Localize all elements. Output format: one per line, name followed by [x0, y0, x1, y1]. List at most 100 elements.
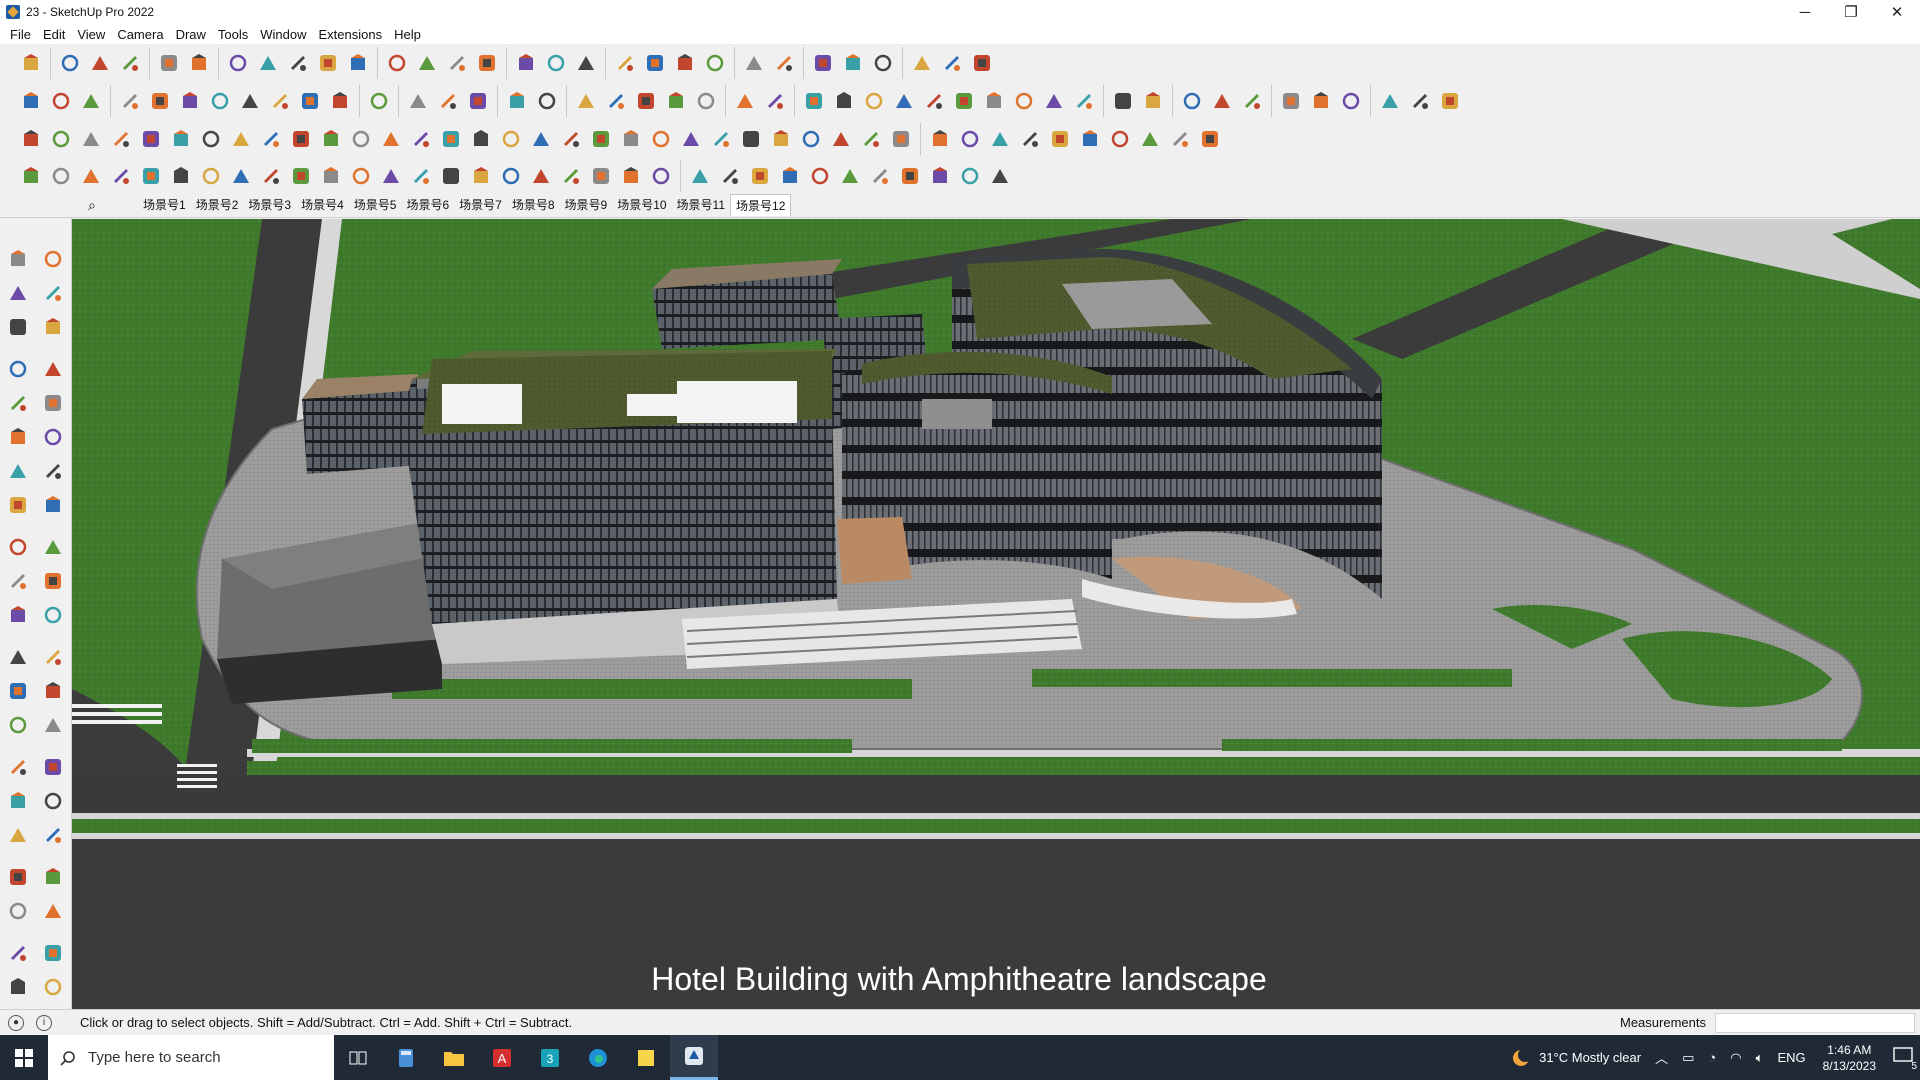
tool-132-icon[interactable]: [1009, 86, 1039, 116]
tool-27-icon[interactable]: [868, 48, 898, 78]
menu-edit[interactable]: Edit: [37, 27, 71, 42]
tool-15-icon[interactable]: [472, 48, 502, 78]
menu-camera[interactable]: Camera: [111, 27, 169, 42]
tool-330-icon[interactable]: [895, 161, 925, 191]
tool-210-icon[interactable]: [286, 124, 316, 154]
scene-tab-6[interactable]: 场景号6: [401, 194, 454, 216]
left-tool-34-icon[interactable]: [38, 820, 68, 850]
left-tool-7-icon[interactable]: [3, 354, 33, 384]
language-indicator[interactable]: ENG: [1777, 1050, 1805, 1065]
menu-file[interactable]: File: [4, 27, 37, 42]
tool-302-icon[interactable]: [46, 161, 76, 191]
tool-26-icon[interactable]: [838, 48, 868, 78]
tool-111-icon[interactable]: [325, 86, 355, 116]
tool-29-icon[interactable]: [937, 48, 967, 78]
tool-214-icon[interactable]: [406, 124, 436, 154]
tool-28-icon[interactable]: [907, 48, 937, 78]
tool-125-icon[interactable]: [799, 86, 829, 116]
tool-307-icon[interactable]: [196, 161, 226, 191]
tool-144-icon[interactable]: [1405, 86, 1435, 116]
tool-138-icon[interactable]: [1207, 86, 1237, 116]
model-viewport[interactable]: Hotel Building with Amphitheatre landsca…: [72, 219, 1920, 1009]
tool-207-icon[interactable]: [196, 124, 226, 154]
tool-103-icon[interactable]: [76, 86, 106, 116]
left-tool-6-icon[interactable]: [38, 312, 68, 342]
scene-tab-10[interactable]: 场景号10: [612, 194, 671, 216]
tool-112-icon[interactable]: [364, 86, 394, 116]
tool-316-icon[interactable]: [466, 161, 496, 191]
tool-314-icon[interactable]: [406, 161, 436, 191]
tool-116-icon[interactable]: [502, 86, 532, 116]
tool-16-icon[interactable]: [511, 48, 541, 78]
tool-318-icon[interactable]: [526, 161, 556, 191]
tool-217-icon[interactable]: [496, 124, 526, 154]
tool-104-icon[interactable]: [115, 86, 145, 116]
tool-122-icon[interactable]: [691, 86, 721, 116]
tool-109-icon[interactable]: [265, 86, 295, 116]
left-tool-22-icon[interactable]: [38, 600, 68, 630]
menu-draw[interactable]: Draw: [170, 27, 212, 42]
left-tool-29-icon[interactable]: [3, 752, 33, 782]
tool-212-icon[interactable]: [346, 124, 376, 154]
left-tool-40-icon[interactable]: [38, 938, 68, 968]
close-button[interactable]: ✕: [1874, 0, 1920, 24]
tool-24-icon[interactable]: [769, 48, 799, 78]
tool-142-icon[interactable]: [1336, 86, 1366, 116]
edge-browser-icon[interactable]: [574, 1035, 622, 1080]
tool-17-icon[interactable]: [541, 48, 571, 78]
tool-317-icon[interactable]: [496, 161, 526, 191]
left-tool-8-icon[interactable]: [38, 354, 68, 384]
tool-124-icon[interactable]: [760, 86, 790, 116]
left-tool-1-icon[interactable]: [3, 244, 33, 274]
tool-136-icon[interactable]: [1138, 86, 1168, 116]
tool-333-icon[interactable]: [985, 161, 1015, 191]
tool-209-icon[interactable]: [256, 124, 286, 154]
tool-219-icon[interactable]: [556, 124, 586, 154]
left-tool-14-icon[interactable]: [38, 456, 68, 486]
tool-4-icon[interactable]: [115, 48, 145, 78]
left-tool-10-icon[interactable]: [38, 388, 68, 418]
tool-23-icon[interactable]: [739, 48, 769, 78]
tool-203-icon[interactable]: [76, 124, 106, 154]
left-tool-12-icon[interactable]: [38, 422, 68, 452]
tool-134-icon[interactable]: [1069, 86, 1099, 116]
tool-329-icon[interactable]: [865, 161, 895, 191]
tool-119-icon[interactable]: [601, 86, 631, 116]
left-tool-30-icon[interactable]: [38, 752, 68, 782]
left-tool-16-icon[interactable]: [38, 490, 68, 520]
tool-13-icon[interactable]: [412, 48, 442, 78]
tool-113-icon[interactable]: [403, 86, 433, 116]
tool-1-icon[interactable]: [16, 48, 46, 78]
tool-327-icon[interactable]: [805, 161, 835, 191]
tool-115-icon[interactable]: [463, 86, 493, 116]
tool-232-icon[interactable]: [955, 124, 985, 154]
tool-320-icon[interactable]: [586, 161, 616, 191]
tool-19-icon[interactable]: [610, 48, 640, 78]
menu-help[interactable]: Help: [388, 27, 427, 42]
weather-text[interactable]: 31°C Mostly clear: [1539, 1050, 1641, 1065]
left-tool-35-icon[interactable]: [3, 862, 33, 892]
left-tool-25-icon[interactable]: [3, 676, 33, 706]
scene-tab-2[interactable]: 场景号2: [191, 194, 244, 216]
tool-227-icon[interactable]: [796, 124, 826, 154]
tool-310-icon[interactable]: [286, 161, 316, 191]
left-tool-2-icon[interactable]: [38, 244, 68, 274]
tool-213-icon[interactable]: [376, 124, 406, 154]
tool-126-icon[interactable]: [829, 86, 859, 116]
tool-117-icon[interactable]: [532, 86, 562, 116]
file-explorer-icon[interactable]: [430, 1035, 478, 1080]
tool-25-icon[interactable]: [808, 48, 838, 78]
left-tool-17-icon[interactable]: [3, 532, 33, 562]
tool-221-icon[interactable]: [616, 124, 646, 154]
tool-308-icon[interactable]: [226, 161, 256, 191]
left-tool-36-icon[interactable]: [38, 862, 68, 892]
tool-226-icon[interactable]: [766, 124, 796, 154]
left-tool-9-icon[interactable]: [3, 388, 33, 418]
tool-332-icon[interactable]: [955, 161, 985, 191]
scene-tab-4[interactable]: 场景号4: [296, 194, 349, 216]
network-icon[interactable]: ◔: [1708, 1050, 1716, 1065]
scene-tab-5[interactable]: 场景号5: [349, 194, 402, 216]
tool-107-icon[interactable]: [205, 86, 235, 116]
wifi-icon[interactable]: ◠: [1730, 1050, 1741, 1066]
scene-tab-9[interactable]: 场景号9: [560, 194, 613, 216]
